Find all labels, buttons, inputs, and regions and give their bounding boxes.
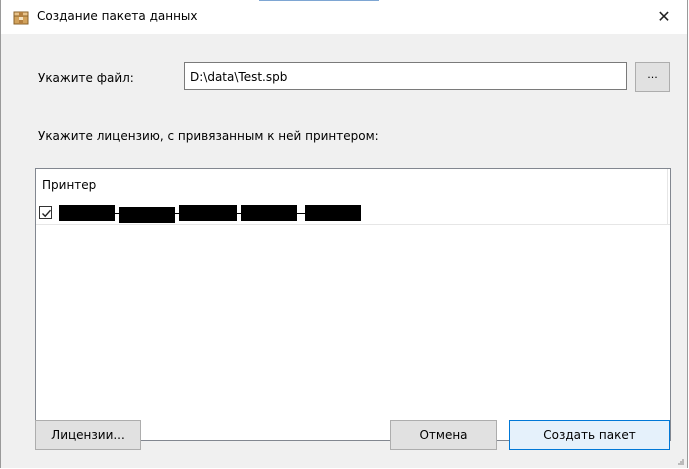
- resize-grip-icon[interactable]: [678, 459, 684, 465]
- redacted-text-block: [179, 205, 237, 221]
- file-path-input[interactable]: [184, 62, 627, 90]
- redacted-separator: [297, 213, 305, 214]
- list-header-area: Принтер: [36, 169, 670, 225]
- file-label: Укажите файл:: [38, 71, 134, 85]
- title-bar: Создание пакета данных ✕: [1, 0, 687, 34]
- licenses-button[interactable]: Лицензии...: [35, 420, 141, 450]
- package-icon: [13, 10, 29, 25]
- list-item[interactable]: [39, 205, 439, 223]
- redacted-text-block: [59, 205, 115, 221]
- dialog-window: Создание пакета данных ✕ Укажите файл: .…: [0, 0, 688, 468]
- row-checkbox[interactable]: [39, 206, 52, 219]
- close-button[interactable]: ✕: [641, 0, 687, 33]
- header-divider: [667, 169, 668, 225]
- browse-button[interactable]: ...: [635, 62, 670, 92]
- redacted-text-block: [305, 205, 361, 221]
- redacted-text-block: [119, 207, 175, 223]
- redacted-text-block: [241, 205, 297, 221]
- column-header-printer[interactable]: Принтер: [42, 178, 96, 192]
- license-label: Укажите лицензию, с привязанным к ней пр…: [38, 129, 379, 143]
- close-icon[interactable]: ✕: [657, 7, 670, 26]
- license-list[interactable]: Принтер: [35, 168, 671, 441]
- window-title: Создание пакета данных: [37, 9, 198, 23]
- checkmark-icon: [42, 209, 52, 218]
- create-package-button[interactable]: Создать пакет: [509, 420, 670, 450]
- cancel-button[interactable]: Отмена: [390, 420, 497, 450]
- dialog-body: Укажите файл: ... Укажите лицензию, с пр…: [1, 34, 687, 468]
- title-accent-line: [259, 0, 379, 1]
